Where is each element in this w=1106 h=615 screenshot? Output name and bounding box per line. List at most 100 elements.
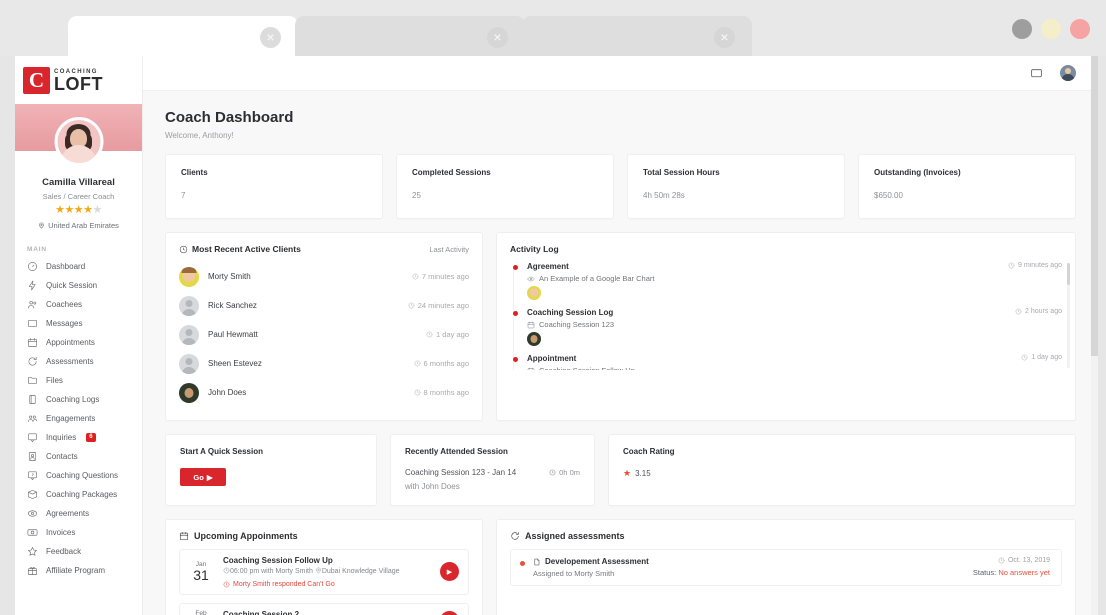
minimize-button[interactable] <box>1012 19 1032 39</box>
question-icon <box>27 470 38 481</box>
sidebar-item-dashboard[interactable]: Dashboard <box>15 257 142 276</box>
appointment-date: Feb07 <box>189 610 213 615</box>
activity-time: 9 minutes ago <box>1008 262 1062 269</box>
sidebar-item-inquiries[interactable]: Inquiries6 <box>15 428 142 447</box>
close-window-button[interactable] <box>1070 19 1090 39</box>
appointment-item[interactable]: Jan31Coaching Session Follow Up06:00 pm … <box>179 549 469 595</box>
client-name: Sheen Estevez <box>208 359 262 368</box>
sidebar-item-label: Coaching Questions <box>46 471 118 480</box>
sidebar-nav: DashboardQuick Session Coachees MessagesAp… <box>15 257 142 580</box>
client-name: John Does <box>208 388 246 397</box>
sidebar-item-affiliate-program[interactable]: Affiliate Program <box>15 561 142 580</box>
clock-icon <box>549 469 556 476</box>
recent-clients-title: Most Recent Active Clients <box>179 244 301 254</box>
recent-session-title: Recently Attended Session <box>405 447 580 456</box>
gauge-icon <box>27 261 38 272</box>
client-last-activity: 6 months ago <box>414 359 469 368</box>
sidebar-item-messages[interactable]: Messages <box>15 314 142 333</box>
client-avatar <box>179 383 199 403</box>
sidebar-item-label: Coachees <box>46 300 82 309</box>
activity-title: Agreement <box>527 262 569 271</box>
appointment-start-button[interactable]: ▶ <box>440 562 459 581</box>
sidebar-item-agreements[interactable]: Agreements <box>15 504 142 523</box>
appointment-day: 31 <box>189 568 213 583</box>
row-clients-activity: Most Recent Active Clients Last Activity… <box>165 232 1076 421</box>
package-icon <box>27 489 38 500</box>
message-icon[interactable] <box>1030 67 1043 80</box>
contact-icon <box>27 451 38 462</box>
browser-tab-3[interactable]: × <box>522 16 752 56</box>
coach-rating-card: Coach Rating ★ 3.15 <box>608 434 1076 506</box>
sidebar-item-engagements[interactable]: Engagements <box>15 409 142 428</box>
activity-item[interactable]: Coaching Session Log2 hours agoCoaching … <box>513 308 1062 346</box>
activity-time: 2 hours ago <box>1015 308 1062 315</box>
profile-location-label: United Arab Emirates <box>48 221 119 230</box>
activity-scrollbar-thumb[interactable] <box>1067 263 1070 285</box>
sidebar-item-quick-session[interactable]: Quick Session <box>15 276 142 295</box>
row-quick-recent-rating: Start A Quick Session Go ▶ Recently Atte… <box>165 434 1076 506</box>
eye-icon <box>527 275 535 283</box>
tab-close-icon[interactable]: × <box>714 27 735 48</box>
tab-close-icon[interactable]: × <box>260 27 281 48</box>
client-avatar <box>179 296 199 316</box>
appointment-month: Feb <box>189 610 213 615</box>
client-row[interactable]: Paul Hewmatt1 day ago <box>179 320 469 349</box>
maximize-button[interactable] <box>1041 19 1061 39</box>
sidebar-item-appointments[interactable]: Appointments <box>15 333 142 352</box>
sidebar-item-coaching-questions[interactable]: Coaching Questions <box>15 466 142 485</box>
invoice-icon <box>27 527 38 538</box>
sidebar-item-label: Coaching Logs <box>46 395 99 404</box>
refresh-icon <box>27 356 38 367</box>
activity-subtitle: An Example of a Google Bar Chart <box>527 274 1062 283</box>
file-icon <box>533 558 541 566</box>
bolt-icon <box>27 280 38 291</box>
sidebar-item-coachees[interactable]: Coachees <box>15 295 142 314</box>
browser-tab-2[interactable]: × <box>295 16 525 56</box>
client-row[interactable]: John Does8 months ago <box>179 378 469 407</box>
activity-scrollbar[interactable] <box>1067 263 1070 368</box>
stat-label: Clients <box>181 168 367 177</box>
clock-icon <box>408 302 415 309</box>
pin-icon <box>38 222 45 229</box>
tab-close-icon[interactable]: × <box>487 27 508 48</box>
assessment-item[interactable]: Developement AssessmentAssigned to Morty… <box>510 549 1062 586</box>
package-icon <box>27 489 38 500</box>
brand-logo[interactable]: COACHING LOFT <box>15 56 142 102</box>
go-button[interactable]: Go ▶ <box>180 468 226 486</box>
client-row[interactable]: Rick Sanchez24 minutes ago <box>179 291 469 320</box>
invoice-icon <box>27 527 38 538</box>
page-scrollbar-thumb[interactable] <box>1091 56 1098 356</box>
inquiry-icon <box>27 432 38 443</box>
sidebar-item-coaching-logs[interactable]: Coaching Logs <box>15 390 142 409</box>
sidebar-item-label: Invoices <box>46 528 75 537</box>
appointment-start-button[interactable]: ▶ <box>440 611 459 615</box>
activity-item[interactable]: Agreement 9 minutes ago An Example of a Go… <box>513 262 1062 300</box>
sidebar-item-label: Engagements <box>46 414 95 423</box>
user-avatar[interactable] <box>1060 65 1076 81</box>
browser-tab-1[interactable]: × <box>68 16 298 56</box>
sidebar-item-files[interactable]: Files <box>15 371 142 390</box>
appointment-item[interactable]: Feb07Coaching Session 206:00 pm with Mor… <box>179 603 469 615</box>
clock-icon <box>998 557 1005 564</box>
sidebar-item-assessments[interactable]: Assessments <box>15 352 142 371</box>
sidebar-item-invoices[interactable]: Invoices <box>15 523 142 542</box>
stat-value: 4h 50m 28s <box>643 191 829 200</box>
sidebar-item-contacts[interactable]: Contacts <box>15 447 142 466</box>
assessment-date: Oct. 13, 2019 <box>973 557 1050 564</box>
gift-icon <box>27 565 38 576</box>
activity-title: Coaching Session Log <box>527 308 613 317</box>
book-icon <box>27 394 38 405</box>
client-row[interactable]: Morty Smith7 minutes ago <box>179 262 469 291</box>
activity-item[interactable]: Appointment1 day agoCoaching Session Fol… <box>513 354 1062 370</box>
top-bar <box>143 56 1098 91</box>
sidebar-section-label: MAIN <box>27 246 142 253</box>
window-controls <box>1012 19 1090 39</box>
client-row[interactable]: Sheen Estevez 6 months ago <box>179 349 469 378</box>
sidebar-item-feedback[interactable]: Feedback <box>15 542 142 561</box>
calendar-icon <box>27 337 38 348</box>
sidebar-item-label: Affiliate Program <box>46 566 105 575</box>
page-scrollbar[interactable] <box>1091 56 1098 615</box>
contact-icon <box>27 451 38 462</box>
sidebar-item-coaching-packages[interactable]: Coaching Packages <box>15 485 142 504</box>
folder-icon <box>27 375 38 386</box>
